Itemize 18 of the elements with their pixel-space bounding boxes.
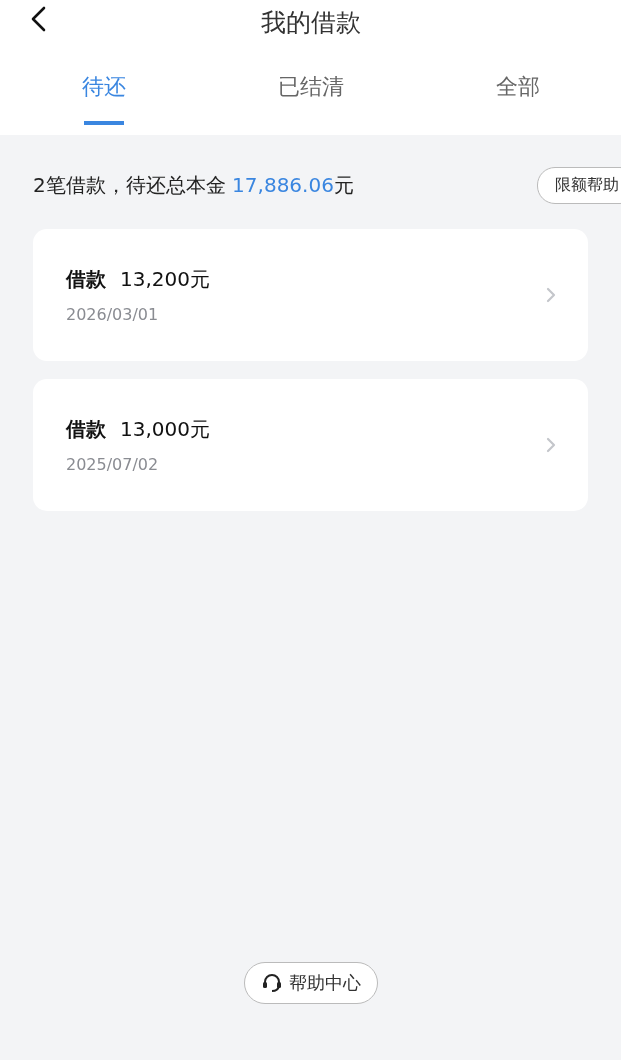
tab[interactable]: 已结清 [207,44,414,135]
limit-help-button[interactable]: 限额帮助 [537,167,621,204]
loan-date: 2026/03/01 [66,305,160,324]
page-title: 我的借款 [260,6,361,39]
chevron-right-icon [546,287,556,303]
headset-icon [260,972,283,994]
help-center-button[interactable]: 帮助中心 [243,962,378,1004]
loan-label: 借款 [66,266,106,293]
chevron-right-icon [546,437,556,453]
loan-date: 2025/07/02 [66,455,160,474]
loan-card[interactable]: 借款 13,200元 2026/03/01 [33,229,588,361]
loan-amount: 13,200元 [120,266,210,293]
loan-amount: 13,000元 [120,416,210,443]
loan-summary: 2笔借款，待还总本金 17,886.06元 [33,172,354,199]
back-icon[interactable] [30,6,46,32]
loan-card[interactable]: 借款 13,000元 2025/07/02 [33,379,588,511]
tab[interactable]: 全部 [414,44,621,135]
loan-label: 借款 [66,416,106,443]
